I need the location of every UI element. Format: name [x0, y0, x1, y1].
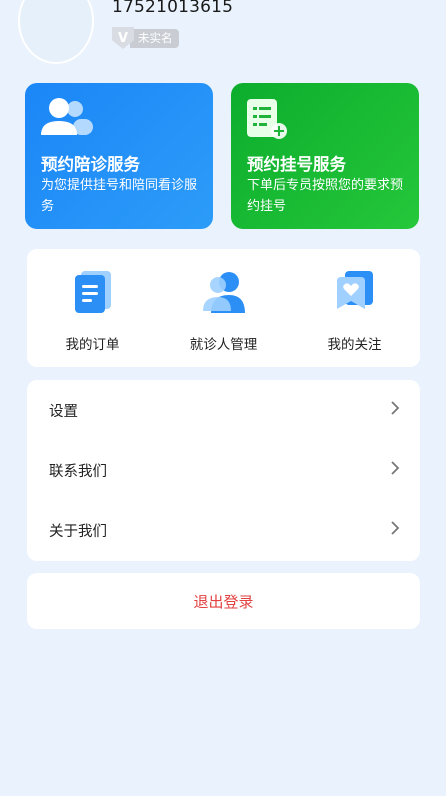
chevron-right-icon	[390, 520, 400, 541]
avatar[interactable]	[18, 0, 94, 64]
my-orders-button[interactable]: 我的订单	[27, 249, 158, 367]
logout-label: 退出登录	[193, 592, 254, 611]
my-orders-label: 我的订单	[65, 337, 120, 353]
users-icon	[39, 95, 95, 147]
patient-management-label: 就诊人管理	[189, 337, 258, 353]
quick-actions-panel: 我的订单 就诊人管理 我的关注	[27, 249, 420, 367]
order-icon	[71, 269, 115, 319]
menu-item-contact-us[interactable]: 联系我们	[27, 440, 420, 500]
follow-heart-icon	[333, 269, 377, 319]
settings-menu: 设置 联系我们 关于我们	[27, 380, 420, 561]
menu-item-settings[interactable]: 设置	[27, 380, 420, 440]
registration-service-title: 预约挂号服务	[247, 155, 346, 174]
logout-button[interactable]: 退出登录	[27, 573, 420, 629]
registration-service-desc: 下单后专员按照您的要求预约挂号	[247, 178, 404, 214]
patient-management-button[interactable]: 就诊人管理	[158, 249, 289, 367]
phone-number: 17521013615	[112, 0, 234, 17]
chevron-right-icon	[390, 400, 400, 421]
registration-service-card[interactable]: 预约挂号服务 下单后专员按照您的要求预约挂号	[231, 83, 419, 229]
menu-item-label: 联系我们	[49, 463, 107, 480]
verify-badge[interactable]: V 未实名	[112, 27, 179, 49]
my-follows-label: 我的关注	[327, 337, 382, 353]
patient-icon	[201, 269, 247, 319]
companion-service-card[interactable]: 预约陪诊服务 为您提供挂号和陪同看诊服务	[25, 83, 213, 229]
companion-service-desc: 为您提供挂号和陪同看诊服务	[41, 178, 198, 214]
menu-item-about-us[interactable]: 关于我们	[27, 500, 420, 560]
verify-status: 未实名	[130, 28, 179, 48]
chevron-right-icon	[390, 460, 400, 481]
my-follows-button[interactable]: 我的关注	[289, 249, 420, 367]
menu-item-label: 设置	[49, 403, 78, 420]
document-add-icon	[245, 95, 293, 147]
companion-service-title: 预约陪诊服务	[41, 155, 140, 174]
menu-item-label: 关于我们	[49, 523, 107, 540]
